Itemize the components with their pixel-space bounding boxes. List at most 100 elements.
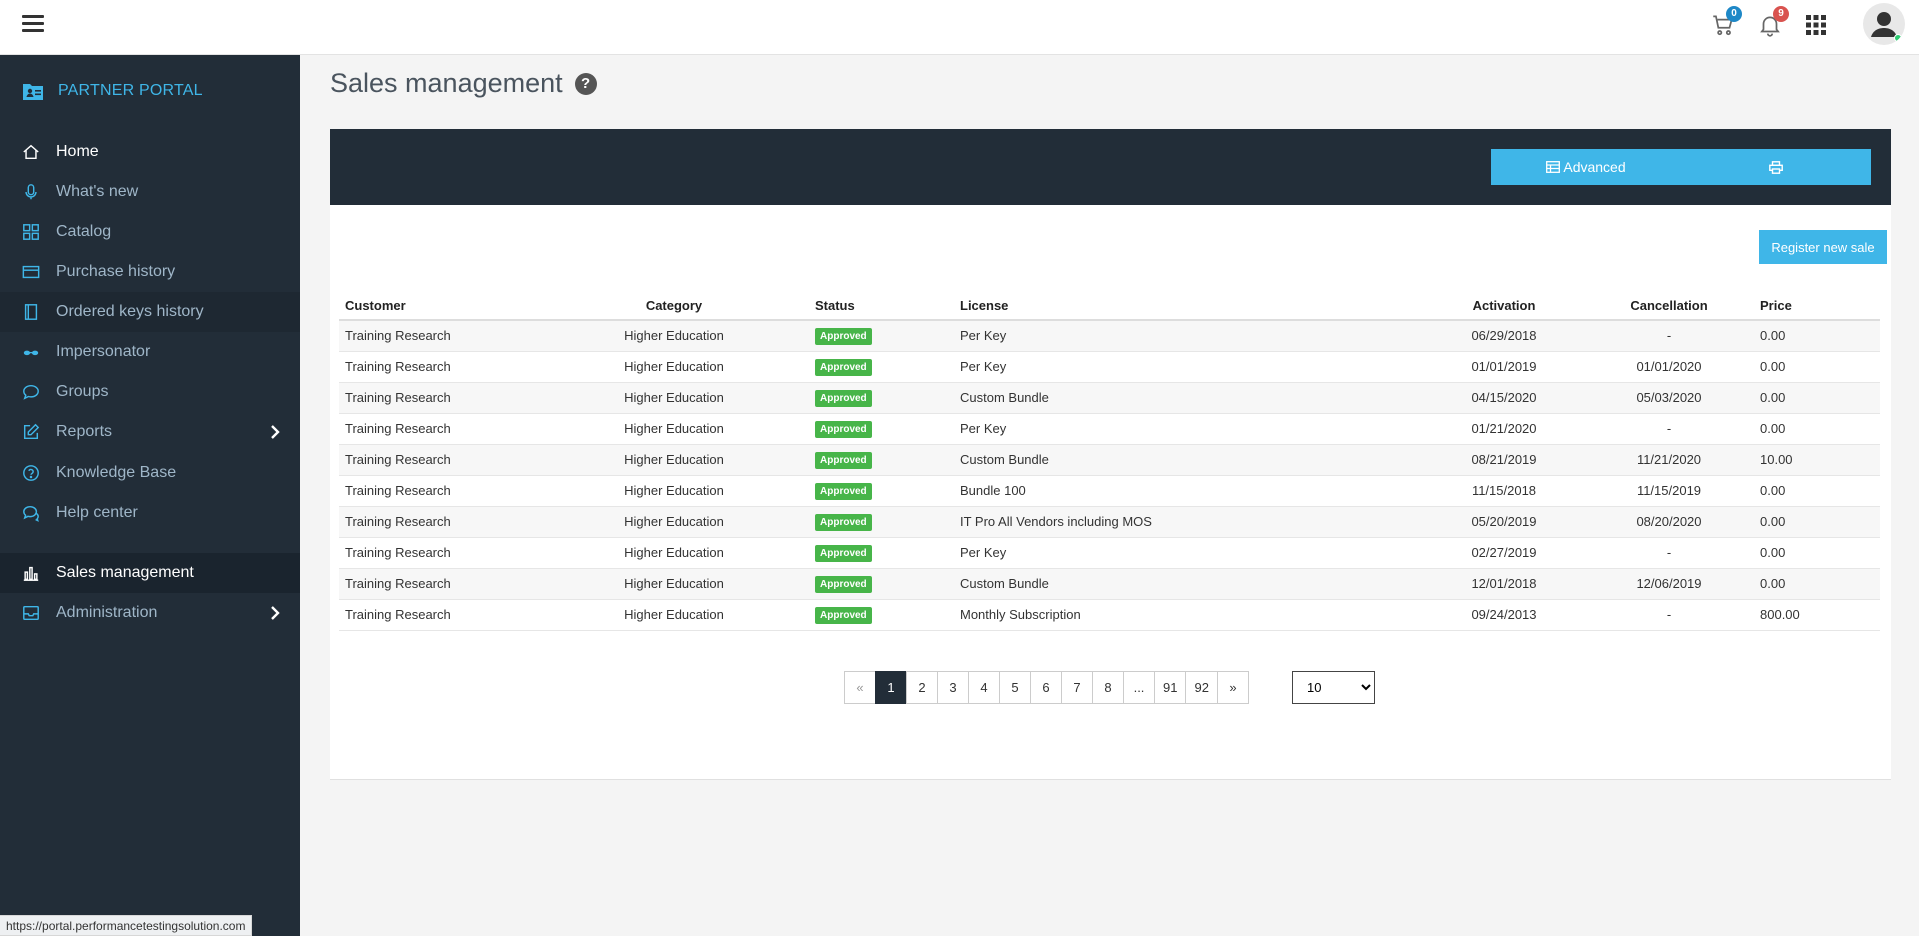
status-badge: Approved xyxy=(815,451,872,469)
cell-status: Approved xyxy=(809,382,954,414)
table-row[interactable]: Training Research Higher Education Approve… xyxy=(339,444,1880,476)
pagination-page[interactable]: 3 xyxy=(937,671,969,704)
comments-icon xyxy=(21,503,41,523)
status-bar-url: https://portal.performancetestingsolutio… xyxy=(0,915,253,936)
notification-badge: 9 xyxy=(1773,6,1789,22)
sidebar-item-label: What's new xyxy=(56,183,139,200)
grid-icon xyxy=(21,222,41,242)
cell-customer: Training Research xyxy=(339,475,539,507)
sidebar-item-help-center[interactable]: Help center xyxy=(0,493,300,533)
sidebar-item-whats-new[interactable]: What's new xyxy=(0,172,300,212)
brand[interactable]: PARTNER PORTAL xyxy=(22,79,203,103)
pagination: « 1 2 3 4 5 6 7 8 ... 91 92 » xyxy=(844,671,1249,704)
user-avatar[interactable] xyxy=(1863,3,1905,45)
sidebar-item-knowledge-base[interactable]: Knowledge Base xyxy=(0,453,300,493)
cell-cancellation: 12/06/2019 xyxy=(1584,568,1754,600)
cell-price: 0.00 xyxy=(1754,382,1880,414)
sidebar-item-administration[interactable]: Administration xyxy=(0,593,300,633)
cell-license: IT Pro All Vendors including MOS xyxy=(954,506,1424,538)
pagination-page[interactable]: 92 xyxy=(1185,671,1218,704)
cell-customer: Training Research xyxy=(339,537,539,569)
sidebar-item-purchase-history[interactable]: Purchase history xyxy=(0,252,300,292)
pagination-page[interactable]: 2 xyxy=(906,671,938,704)
cell-activation: 12/01/2018 xyxy=(1424,568,1584,600)
cell-category: Higher Education xyxy=(539,351,809,383)
pagination-page[interactable]: 5 xyxy=(999,671,1031,704)
column-header-price[interactable]: Price xyxy=(1754,292,1880,321)
table-row[interactable]: Training Research Higher Education Approve… xyxy=(339,475,1880,507)
cell-activation: 05/20/2019 xyxy=(1424,506,1584,538)
pagination-page[interactable]: 1 xyxy=(875,671,907,704)
pagination-prev[interactable]: « xyxy=(844,671,876,704)
table-icon xyxy=(1546,161,1561,173)
sidebar-item-ordered-keys-history[interactable]: Ordered keys history xyxy=(0,292,300,332)
column-header-cancellation[interactable]: Cancellation xyxy=(1584,292,1754,321)
pagination-next[interactable]: » xyxy=(1216,671,1249,704)
partner-portal-logo-icon xyxy=(23,84,43,100)
column-header-status[interactable]: Status xyxy=(809,292,954,321)
cell-activation: 06/29/2018 xyxy=(1424,320,1584,352)
cell-license: Per Key xyxy=(954,413,1424,445)
pagination-page[interactable]: 7 xyxy=(1061,671,1093,704)
cell-activation: 09/24/2013 xyxy=(1424,599,1584,631)
pagination-page[interactable]: 91 xyxy=(1154,671,1187,704)
sidebar-item-home[interactable]: Home xyxy=(0,132,300,172)
table-header-row: Customer Category Status License Activat… xyxy=(339,292,1880,321)
table-row[interactable]: Training Research Higher Education Approve… xyxy=(339,537,1880,569)
advanced-search-button[interactable]: Advanced xyxy=(1491,149,1681,185)
register-new-sale-button[interactable]: Register new sale xyxy=(1759,230,1887,264)
cell-cancellation: - xyxy=(1584,537,1754,569)
hamburger-menu-icon[interactable] xyxy=(22,15,44,33)
per-page-select[interactable]: 10 xyxy=(1292,671,1375,704)
print-button[interactable] xyxy=(1681,149,1871,185)
pagination-page[interactable]: 8 xyxy=(1092,671,1124,704)
status-badge: Approved xyxy=(815,544,872,562)
sidebar-item-impersonator[interactable]: Impersonator xyxy=(0,332,300,372)
cell-status: Approved xyxy=(809,568,954,600)
cell-customer: Training Research xyxy=(339,413,539,445)
cell-cancellation: 01/01/2020 xyxy=(1584,351,1754,383)
apps-grid-icon[interactable] xyxy=(1806,15,1836,45)
help-question-icon[interactable]: ? xyxy=(574,72,597,95)
inbox-icon xyxy=(21,603,41,623)
table-row[interactable]: Training Research Higher Education Approve… xyxy=(339,568,1880,600)
cell-activation: 11/15/2018 xyxy=(1424,475,1584,507)
table-row[interactable]: Training Research Higher Education Approve… xyxy=(339,320,1880,352)
sidebar-item-groups[interactable]: Groups xyxy=(0,372,300,412)
sidebar-item-sales-management[interactable]: Sales management xyxy=(0,553,300,593)
sidebar-item-catalog[interactable]: Catalog xyxy=(0,212,300,252)
cell-license: Custom Bundle xyxy=(954,382,1424,414)
credit-card-icon xyxy=(21,262,41,282)
cell-price: 0.00 xyxy=(1754,537,1880,569)
brand-name: PARTNER PORTAL xyxy=(58,82,203,99)
column-header-customer[interactable]: Customer xyxy=(339,292,539,321)
cell-price: 0.00 xyxy=(1754,413,1880,445)
cell-status: Approved xyxy=(809,475,954,507)
cell-license: Per Key xyxy=(954,537,1424,569)
column-header-category[interactable]: Category xyxy=(539,292,809,321)
table-row[interactable]: Training Research Higher Education Approve… xyxy=(339,382,1880,414)
column-header-license[interactable]: License xyxy=(954,292,1424,321)
sidebar-item-label: Ordered keys history xyxy=(56,303,204,320)
table-row[interactable]: Training Research Higher Education Approve… xyxy=(339,413,1880,445)
bell-icon[interactable]: 9 xyxy=(1757,6,1789,42)
cart-badge: 0 xyxy=(1726,6,1742,22)
pagination-page[interactable]: 4 xyxy=(968,671,1000,704)
cell-category: Higher Education xyxy=(539,475,809,507)
sidebar-item-label: Knowledge Base xyxy=(56,464,177,481)
table-row[interactable]: Training Research Higher Education Approve… xyxy=(339,351,1880,383)
pagination-page[interactable]: 6 xyxy=(1030,671,1062,704)
status-badge: Approved xyxy=(815,513,872,531)
cell-category: Higher Education xyxy=(539,382,809,414)
cell-price: 0.00 xyxy=(1754,568,1880,600)
sidebar-item-reports[interactable]: Reports xyxy=(0,412,300,452)
cell-customer: Training Research xyxy=(339,320,539,352)
cart-icon[interactable]: 0 xyxy=(1710,6,1742,42)
cell-status: Approved xyxy=(809,506,954,538)
cell-license: Per Key xyxy=(954,320,1424,352)
column-header-activation[interactable]: Activation xyxy=(1424,292,1584,321)
table-row[interactable]: Training Research Higher Education Approve… xyxy=(339,506,1880,538)
cell-customer: Training Research xyxy=(339,599,539,631)
status-badge: Approved xyxy=(815,606,872,624)
table-row[interactable]: Training Research Higher Education Approve… xyxy=(339,599,1880,631)
